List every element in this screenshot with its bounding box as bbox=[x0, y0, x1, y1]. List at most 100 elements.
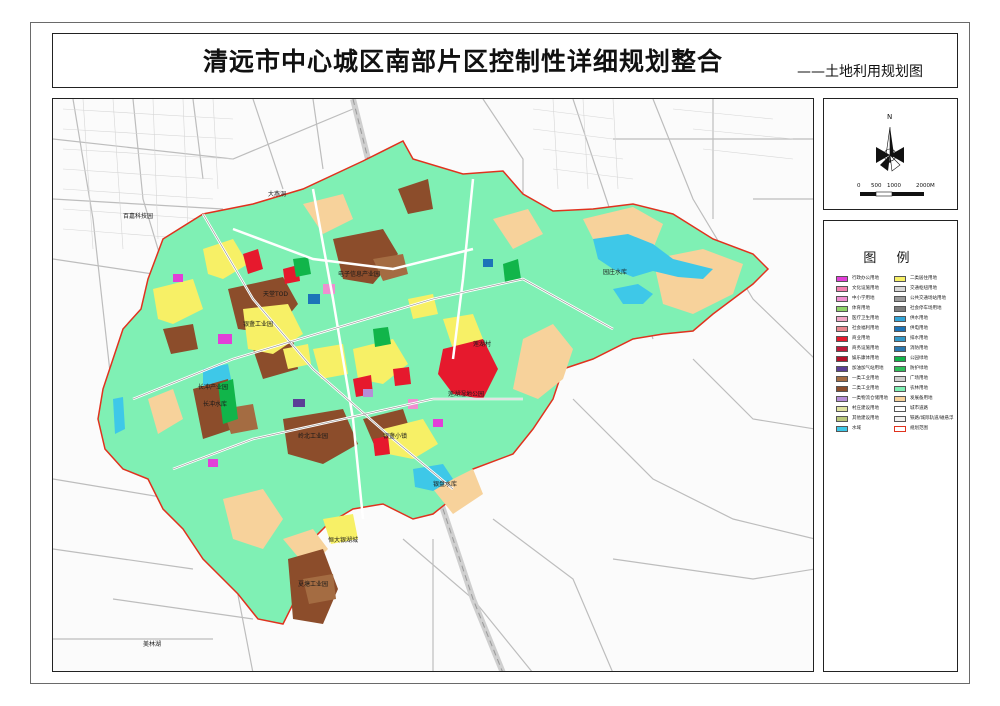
label-lianhe: 莲湖村 bbox=[473, 341, 492, 348]
legend-label: 一类物流仓储用地 bbox=[852, 396, 888, 401]
legend-label: 公共交通场站用地 bbox=[910, 296, 946, 301]
legend-label: 商务设施用地 bbox=[852, 346, 879, 351]
legend-item: 商业用地 bbox=[836, 335, 870, 343]
legend-swatch bbox=[894, 276, 906, 282]
legend-label: 文化设施用地 bbox=[852, 286, 879, 291]
legend-item: 一类工业用地 bbox=[836, 375, 879, 383]
label-baijia: 百嘉科技园 bbox=[123, 213, 154, 220]
legend-swatch bbox=[894, 306, 906, 312]
scale-labels: 0 500 1000 2000M bbox=[824, 183, 957, 193]
legend-label: 医疗卫生用地 bbox=[852, 316, 879, 321]
legend-item: 交通枢纽用地 bbox=[894, 285, 937, 293]
legend-item: 社会停车场用地 bbox=[894, 305, 942, 313]
legend-label: 发展备用地 bbox=[910, 396, 933, 401]
map-frame: 大燕洞 百嘉科技园 电子信息产业园 银盏工业园 长冲产业园 长冲水库 园庄水库 … bbox=[52, 98, 814, 672]
label-yindang: 银盏小镇 bbox=[383, 433, 408, 440]
label-xiatang: 夏塘工业园 bbox=[298, 581, 329, 588]
legend-swatch bbox=[836, 336, 848, 342]
land-use-map bbox=[53, 99, 813, 671]
legend-swatch bbox=[894, 326, 906, 332]
legend-item: 商务设施用地 bbox=[836, 345, 879, 353]
legend-label: 村庄建设用地 bbox=[852, 406, 879, 411]
legend-item: 二类居住用地 bbox=[894, 275, 937, 283]
legend-label: 铁路/城际轨道/磁悬浮 bbox=[910, 416, 954, 421]
label-changchong: 长冲水库 bbox=[203, 401, 228, 408]
legend-swatch bbox=[894, 396, 906, 402]
legend-swatch bbox=[836, 306, 848, 312]
scale-2000: 2000M bbox=[916, 183, 935, 189]
legend-label: 交通枢纽用地 bbox=[910, 286, 937, 291]
north-label: N bbox=[887, 113, 892, 121]
legend-item: 水域 bbox=[836, 425, 861, 433]
legend-item: 二类工业用地 bbox=[836, 385, 879, 393]
legend-item: 村庄建设用地 bbox=[836, 405, 879, 413]
legend-item: 消防用地 bbox=[894, 345, 928, 353]
legend-swatch bbox=[836, 376, 848, 382]
legend-item: 加油加气站用地 bbox=[836, 365, 884, 373]
legend-item: 供水用地 bbox=[894, 315, 928, 323]
legend-swatch bbox=[836, 366, 848, 372]
legend-label: 娱乐康体用地 bbox=[852, 356, 879, 361]
legend-label: 公园绿地 bbox=[910, 356, 928, 361]
legend-label: 排水用地 bbox=[910, 336, 928, 341]
legend-label: 防护绿地 bbox=[910, 366, 928, 371]
legend-swatch bbox=[836, 386, 848, 392]
scale-500: 500 bbox=[871, 183, 882, 189]
legend-item: 社会福利用地 bbox=[836, 325, 879, 333]
label-lianhu-park: 莲湖湿地公园 bbox=[448, 391, 485, 398]
legend-label: 供电用地 bbox=[910, 326, 928, 331]
legend-item: 娱乐康体用地 bbox=[836, 355, 879, 363]
legend-swatch bbox=[894, 356, 906, 362]
label-shangchang: 长冲产业园 bbox=[198, 384, 229, 391]
label-hengda: 恒大银湖城 bbox=[328, 537, 359, 544]
legend-swatch bbox=[894, 406, 906, 412]
legend-label: 中小学用地 bbox=[852, 296, 875, 301]
legend-swatch bbox=[894, 426, 906, 432]
legend-panel: 图 例 行政办公用地 二类居住用地 文化设施用地 交通枢纽用地 中小学用地 公共交通场站用… bbox=[823, 220, 958, 672]
legend-swatch bbox=[836, 406, 848, 412]
label-dayan: 大燕洞 bbox=[268, 191, 287, 198]
map-subtitle: ——土地利用规划图 bbox=[797, 64, 923, 80]
legend-swatch bbox=[836, 326, 848, 332]
label-meilin: 美林湖 bbox=[143, 641, 162, 648]
legend-swatch bbox=[894, 296, 906, 302]
legend-label: 农林用地 bbox=[910, 386, 928, 391]
legend-item: 中小学用地 bbox=[836, 295, 875, 303]
legend-label: 行政办公用地 bbox=[852, 276, 879, 281]
scale-0: 0 bbox=[857, 183, 861, 189]
legend-item: 供电用地 bbox=[894, 325, 928, 333]
scale-1000: 1000 bbox=[887, 183, 901, 189]
legend-item: 发展备用地 bbox=[894, 395, 933, 403]
legend-label: 广场用地 bbox=[910, 376, 928, 381]
legend-label: 二类工业用地 bbox=[852, 386, 879, 391]
legend-item: 行政办公用地 bbox=[836, 275, 879, 283]
legend-swatch bbox=[836, 286, 848, 292]
legend-item: 农林用地 bbox=[894, 385, 928, 393]
legend-item: 广场用地 bbox=[894, 375, 928, 383]
legend-swatch bbox=[836, 356, 848, 362]
label-dianzi: 电子信息产业园 bbox=[338, 271, 381, 278]
legend-swatch bbox=[836, 276, 848, 282]
legend-item: 防护绿地 bbox=[894, 365, 928, 373]
north-arrow-icon: N bbox=[860, 113, 924, 197]
label-yinpan: 银盘水库 bbox=[433, 481, 458, 488]
legend-label: 加油加气站用地 bbox=[852, 366, 884, 371]
legend-swatch bbox=[836, 396, 848, 402]
legend-swatch bbox=[894, 336, 906, 342]
map-title: 清远市中心城区南部片区控制性详细规划整合 bbox=[203, 47, 724, 76]
legend-swatch bbox=[836, 426, 848, 432]
title-block: 清远市中心城区南部片区控制性详细规划整合 ——土地利用规划图 bbox=[52, 33, 958, 88]
legend-swatch bbox=[894, 376, 906, 382]
label-yinsheng: 银盏工业园 bbox=[243, 321, 274, 328]
legend-item: 医疗卫生用地 bbox=[836, 315, 879, 323]
legend-item: 一类物流仓储用地 bbox=[836, 395, 888, 403]
legend-item: 其他建设用地 bbox=[836, 415, 879, 423]
legend-item: 城市道路 bbox=[894, 405, 928, 413]
legend-swatch bbox=[836, 416, 848, 422]
legend-label: 消防用地 bbox=[910, 346, 928, 351]
legend-item: 铁路/城际轨道/磁悬浮 bbox=[894, 415, 954, 423]
legend-item: 公共交通场站用地 bbox=[894, 295, 946, 303]
legend-label: 社会福利用地 bbox=[852, 326, 879, 331]
legend-swatch bbox=[836, 296, 848, 302]
legend-item: 规划范围 bbox=[894, 425, 928, 433]
